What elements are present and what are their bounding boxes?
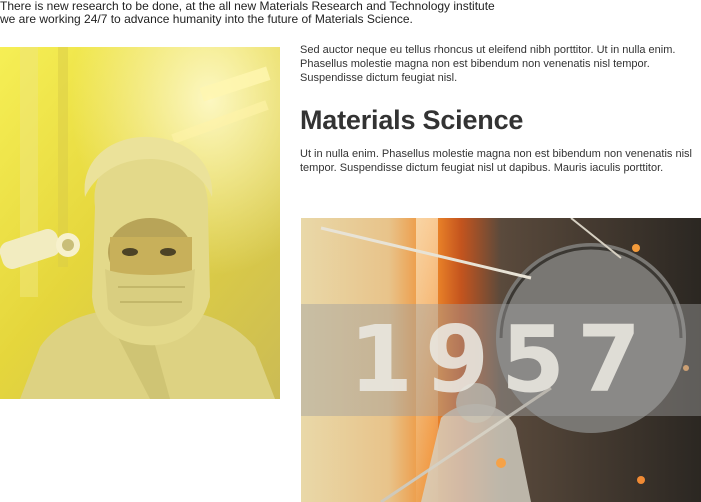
intro-line-2: we are working 24/7 to advance humanity … xyxy=(0,12,413,26)
intro-text: There is new research to be done, at the… xyxy=(0,0,560,26)
section-paragraph: Ut in nulla enim. Phasellus molestie mag… xyxy=(300,148,692,174)
cleanroom-researcher-photo xyxy=(0,47,280,399)
section-heading: Materials Science xyxy=(300,105,524,135)
satellite-1957-photo: 1957 xyxy=(301,218,701,502)
year-label: 1957 xyxy=(348,306,654,413)
intro-paragraph: Sed auctor neque eu tellus rhoncus ut el… xyxy=(300,44,676,84)
content-column: Sed auctor neque eu tellus rhoncus ut el… xyxy=(300,43,695,175)
